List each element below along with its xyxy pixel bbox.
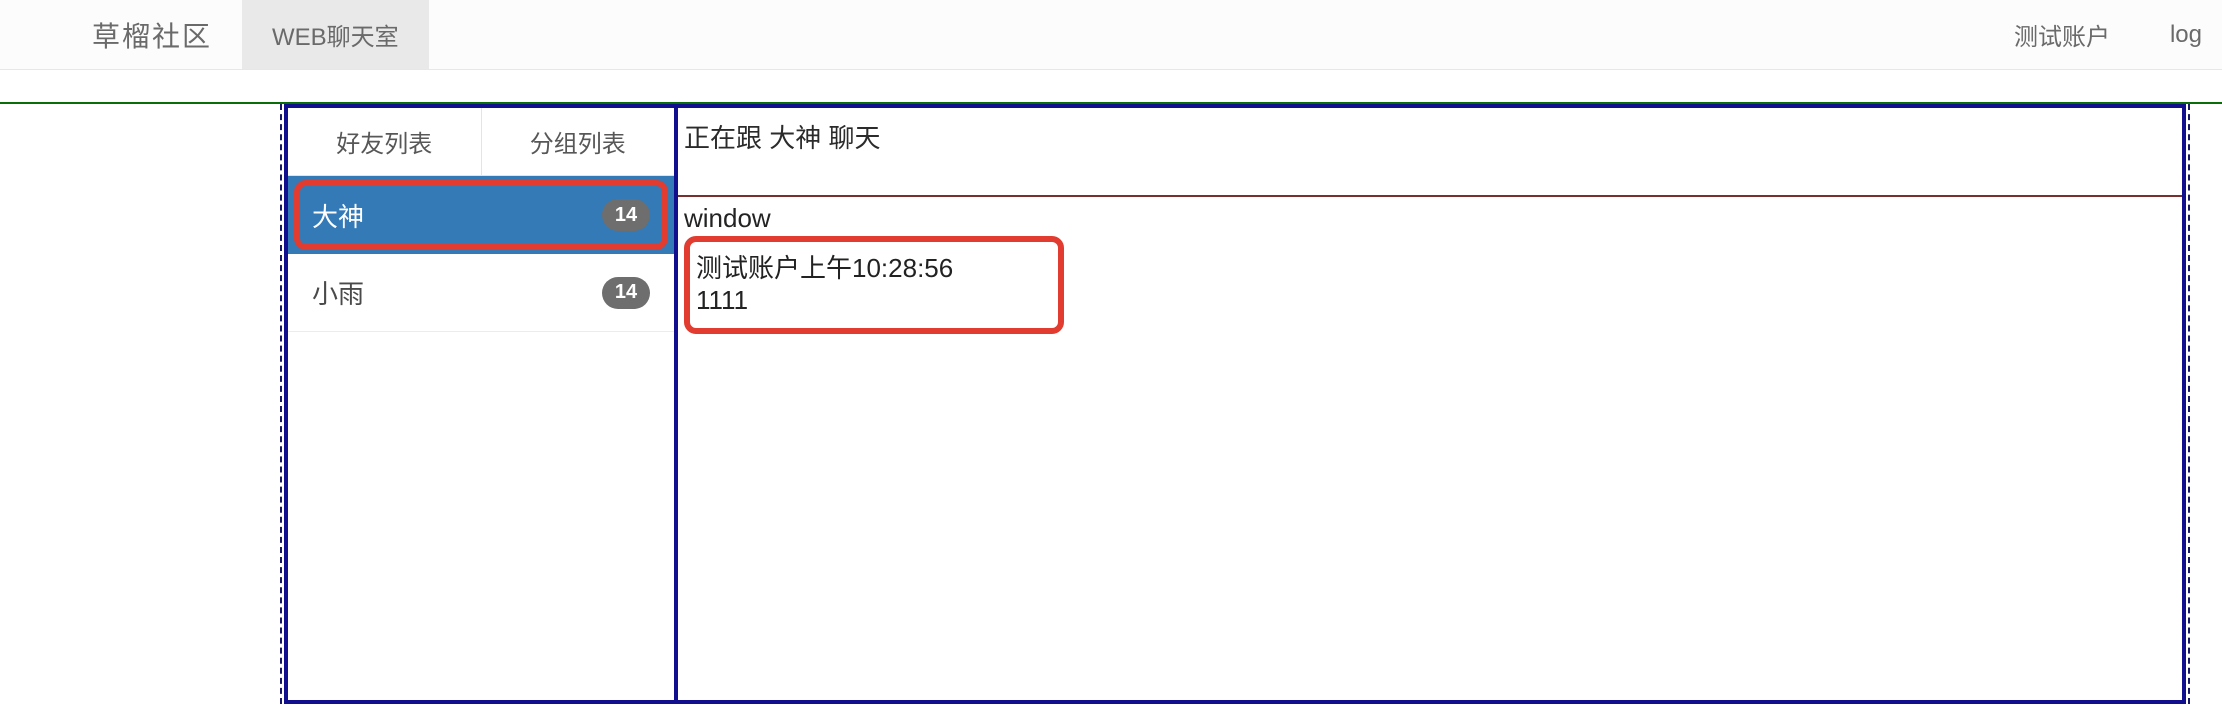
- sidebar-tabs: 好友列表 分组列表: [288, 108, 674, 176]
- username-label[interactable]: 测试账户: [2014, 17, 2110, 52]
- logout-link[interactable]: log: [2170, 21, 2202, 49]
- tab-groups[interactable]: 分组列表: [481, 108, 675, 175]
- spacer: [429, 0, 2014, 69]
- dev-outline-outer: 好友列表 分组列表 大神 14 小雨 14 正在跟 大神 聊天: [280, 104, 2190, 704]
- nav-tab-chatroom[interactable]: WEB聊天室: [242, 0, 429, 69]
- friend-item[interactable]: 大神 14: [288, 176, 674, 254]
- tab-friends[interactable]: 好友列表: [288, 108, 481, 175]
- friend-name: 小雨: [312, 274, 364, 311]
- system-line: window: [684, 203, 2176, 234]
- sidebar: 好友列表 分组列表 大神 14 小雨 14: [288, 108, 678, 700]
- friend-list: 大神 14 小雨 14: [288, 176, 674, 332]
- message-block: 测试账户上午10:28:56 1111: [684, 236, 1064, 334]
- user-area: 测试账户 log: [2014, 0, 2222, 69]
- friend-name: 大神: [312, 197, 364, 234]
- unread-badge: 14: [602, 277, 650, 309]
- brand-title[interactable]: 草榴社区: [70, 0, 242, 69]
- message-meta: 测试账户上午10:28:56: [696, 248, 1008, 285]
- message-text: 1111: [696, 285, 1008, 316]
- chat-body: window 测试账户上午10:28:56 1111: [678, 197, 2182, 700]
- top-navbar: 草榴社区 WEB聊天室 测试账户 log: [0, 0, 2222, 70]
- unread-badge: 14: [602, 199, 650, 231]
- chat-header: 正在跟 大神 聊天: [678, 108, 2182, 197]
- chat-container: 好友列表 分组列表 大神 14 小雨 14 正在跟 大神 聊天: [284, 104, 2186, 704]
- chat-panel: 正在跟 大神 聊天 window 测试账户上午10:28:56 1111: [678, 108, 2182, 700]
- friend-item[interactable]: 小雨 14: [288, 254, 674, 332]
